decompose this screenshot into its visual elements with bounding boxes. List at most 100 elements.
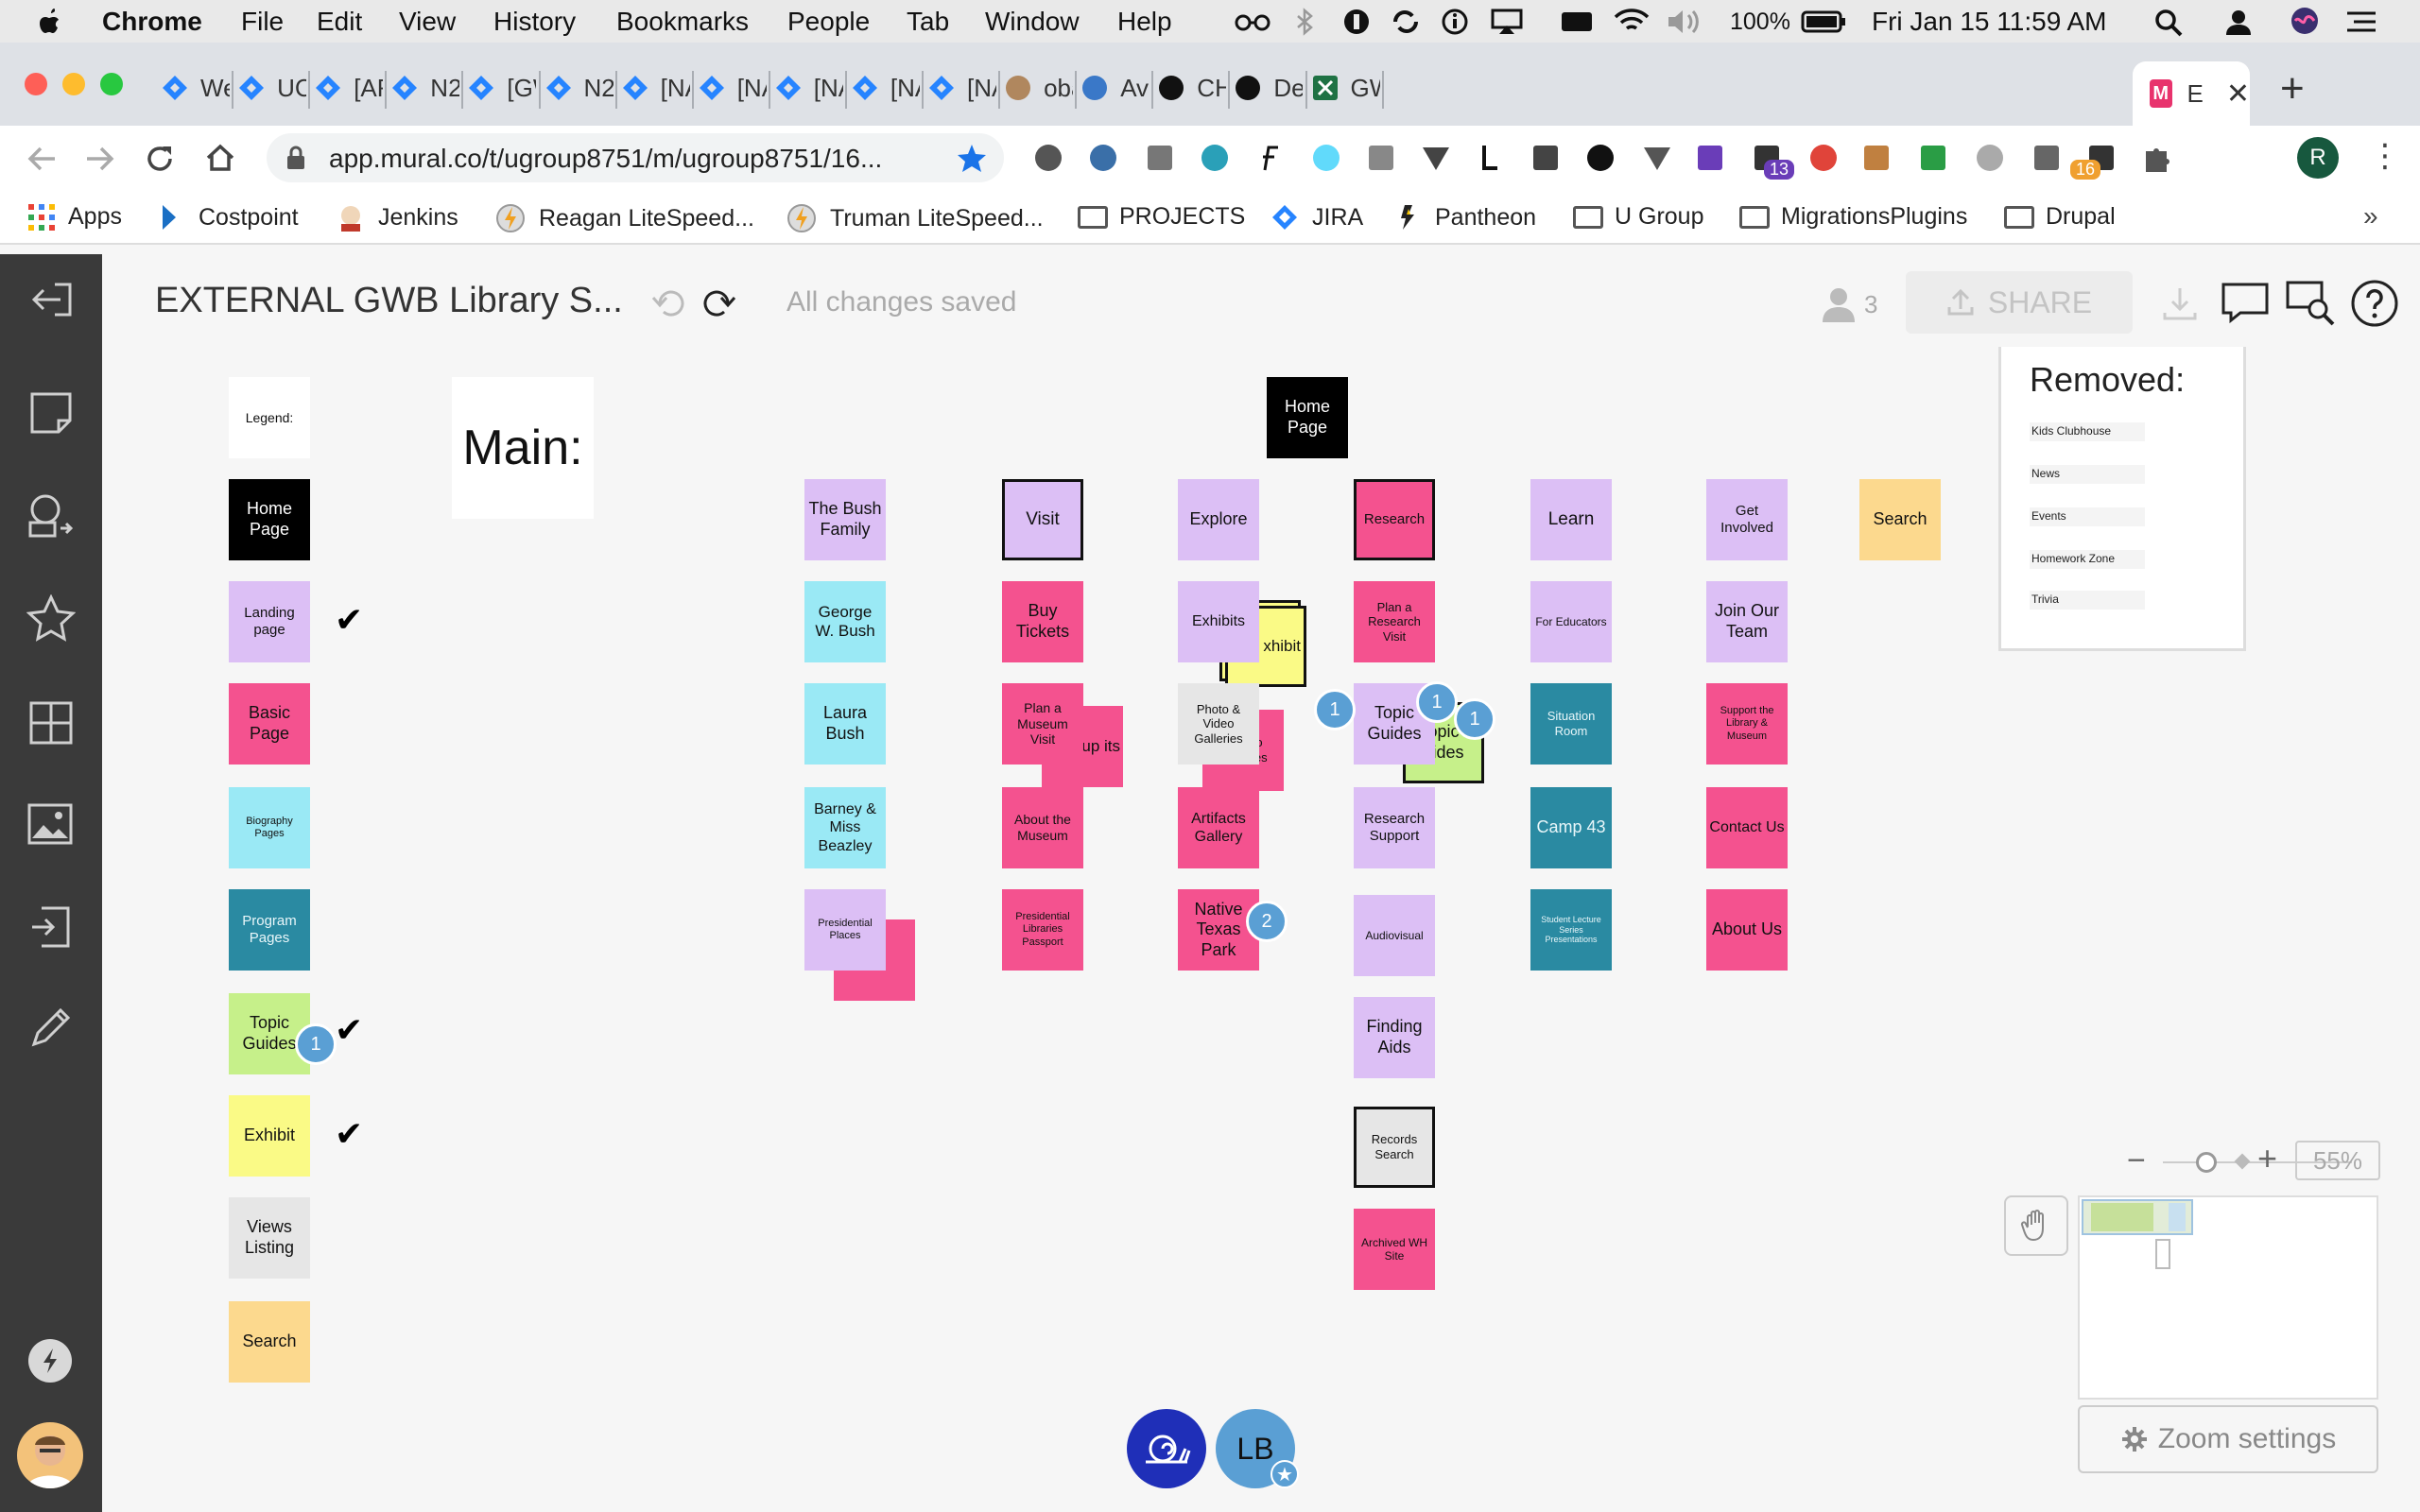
extension-icon-9[interactable]: [1475, 142, 1507, 174]
close-window-button[interactable]: [25, 73, 47, 95]
removed-item[interactable]: Homework Zone: [2030, 550, 2145, 569]
legend-exhibit[interactable]: Exhibit: [229, 1095, 310, 1177]
extension-icon-13[interactable]: [1694, 142, 1726, 174]
removed-item[interactable]: News: [2030, 465, 2145, 484]
extension-icon-16[interactable]: [1860, 142, 1893, 174]
reload-icon[interactable]: [144, 143, 176, 175]
minimize-window-button[interactable]: [62, 73, 85, 95]
sticky-exhibits[interactable]: Exhibits: [1178, 581, 1259, 662]
comment-badge[interactable]: 1: [295, 1023, 337, 1065]
removed-item[interactable]: Kids Clubhouse: [2030, 422, 2145, 441]
font-extension-icon[interactable]: [1253, 142, 1286, 174]
sticky-about-the-museum[interactable]: About the Museum: [1002, 787, 1083, 868]
extension-icon-7[interactable]: [1365, 142, 1397, 174]
onepassword-extension-icon[interactable]: [1584, 142, 1616, 174]
menu-edit[interactable]: Edit: [317, 8, 362, 36]
tab[interactable]: N2 b: [390, 61, 459, 114]
sticky-visit[interactable]: Visit: [1002, 479, 1083, 560]
menu-window[interactable]: Window: [985, 8, 1080, 36]
zoom-level[interactable]: 55%: [2295, 1141, 2380, 1180]
undo-icon[interactable]: [650, 286, 688, 320]
redo-icon[interactable]: [700, 286, 737, 320]
menubar-clock[interactable]: Fri Jan 15 11:59 AM: [1872, 8, 2107, 36]
comment-badge[interactable]: 2: [1246, 901, 1288, 942]
share-button[interactable]: SHARE: [1906, 271, 2133, 334]
user-icon[interactable]: [2223, 8, 2254, 36]
vuejs-extension-icon[interactable]: [1420, 142, 1452, 174]
legend-program-pages[interactable]: Program Pages: [229, 889, 310, 971]
spotlight-search-icon[interactable]: [2153, 8, 2184, 38]
removed-item[interactable]: Events: [2030, 507, 2145, 526]
bookmark-apps[interactable]: Apps: [28, 203, 122, 231]
memory-icon[interactable]: [1560, 9, 1594, 35]
bookmark-costpoint[interactable]: Costpoint: [157, 203, 299, 232]
shapes-connectors-icon[interactable]: [26, 492, 74, 540]
notes-extension-icon[interactable]: [2031, 142, 2063, 174]
sticky-research[interactable]: Research: [1354, 479, 1435, 560]
tab[interactable]: CHIE: [1157, 61, 1226, 114]
menu-people[interactable]: People: [787, 8, 870, 36]
bookmarks-overflow-chevron-icon[interactable]: »: [2363, 201, 2378, 232]
bluetooth-icon[interactable]: [1295, 8, 1314, 36]
sticky-contact-us[interactable]: Contact Us: [1706, 787, 1788, 868]
extension-icon-17[interactable]: [1917, 142, 1949, 174]
sticky-laura-bush[interactable]: Laura Bush: [804, 683, 886, 765]
bookmark-jenkins[interactable]: Jenkins: [337, 203, 458, 232]
comment-badge[interactable]: 1: [1454, 698, 1495, 740]
sticky-artifacts-gallery[interactable]: Artifacts Gallery: [1178, 787, 1259, 868]
sticky-explore[interactable]: Explore: [1178, 479, 1259, 560]
tab[interactable]: [NAF: [774, 61, 843, 114]
tab[interactable]: GWE: [1311, 61, 1380, 114]
tab[interactable]: [ARN: [314, 61, 383, 114]
tab[interactable]: [NAF: [927, 61, 996, 114]
minimap[interactable]: [2078, 1195, 2378, 1400]
mural-title[interactable]: EXTERNAL GWB Library S...: [155, 281, 623, 321]
menu-help[interactable]: Help: [1117, 8, 1172, 36]
sticky-audiovisual[interactable]: Audiovisual: [1354, 895, 1435, 976]
tab[interactable]: obar: [1004, 61, 1073, 114]
sticky-support-library-museum[interactable]: Support the Library & Museum: [1706, 683, 1788, 765]
reader-extension-icon[interactable]: [1144, 142, 1176, 174]
sticky-finding-aids[interactable]: Finding Aids: [1354, 997, 1435, 1078]
sticky-archived-wh-site[interactable]: Archived WH Site: [1354, 1209, 1435, 1290]
status-icon-1[interactable]: [1342, 8, 1371, 36]
mural-canvas[interactable]: Legend: Home Page Landing page ✔ Basic P…: [102, 347, 2420, 1512]
new-tab-button[interactable]: +: [2280, 65, 2305, 112]
comments-icon[interactable]: [2220, 281, 2271, 324]
removed-item[interactable]: Trivia: [2030, 591, 2145, 610]
sticky-george-w-bush[interactable]: George W. Bush: [804, 581, 886, 662]
airplay-icon[interactable]: [1490, 8, 1524, 36]
legend-label[interactable]: Legend:: [229, 377, 310, 458]
anonymous-collaborator-avatar[interactable]: [1127, 1409, 1206, 1488]
download-icon[interactable]: [2161, 284, 2199, 322]
extension-icon-15[interactable]: [1807, 142, 1840, 174]
sticky-plan-museum-visit[interactable]: Plan a Museum Visit: [1002, 683, 1083, 765]
zoom-slider-handle[interactable]: [2196, 1152, 2217, 1173]
bookmark-star-icon[interactable]: [957, 143, 987, 173]
main-label[interactable]: Main:: [452, 377, 594, 519]
volume-icon[interactable]: [1666, 8, 1703, 36]
sticky-student-lecture-series[interactable]: Student Lecture Series Presentations: [1530, 889, 1612, 971]
bookmark-jira[interactable]: JIRA: [1270, 203, 1363, 232]
comment-badge[interactable]: 1: [1314, 689, 1356, 730]
menu-file[interactable]: File: [241, 8, 284, 36]
bookmark-ugroup[interactable]: U Group: [1573, 203, 1703, 231]
chrome-menu-icon[interactable]: ⋮: [2369, 137, 2401, 175]
tab[interactable]: Web: [161, 61, 230, 114]
sticky-buy-tickets[interactable]: Buy Tickets: [1002, 581, 1083, 662]
sticky-note-icon[interactable]: [28, 390, 74, 436]
address-bar[interactable]: app.mural.co/t/ugroup8751/m/ugroup8751/1…: [267, 133, 1004, 182]
exit-mural-icon[interactable]: [28, 281, 74, 318]
control-center-icon[interactable]: [2344, 9, 2378, 34]
tab-active[interactable]: M E ✕: [2133, 61, 2250, 126]
back-arrow-icon[interactable]: [26, 145, 57, 173]
bookmark-reagan[interactable]: Reagan LiteSpeed...: [495, 203, 754, 233]
bookmark-truman[interactable]: Truman LiteSpeed...: [786, 203, 1044, 233]
extension-icon-4[interactable]: [1199, 142, 1231, 174]
lightning-outline-button[interactable]: [28, 1339, 72, 1383]
current-user-avatar[interactable]: [17, 1422, 83, 1488]
sticky-learn[interactable]: Learn: [1530, 479, 1612, 560]
removed-panel[interactable]: Removed: Kids Clubhouse News Events Home…: [1998, 347, 2246, 651]
sticky-situation-room[interactable]: Situation Room: [1530, 683, 1612, 765]
sitemap-home-page[interactable]: Home Page: [1267, 377, 1348, 458]
